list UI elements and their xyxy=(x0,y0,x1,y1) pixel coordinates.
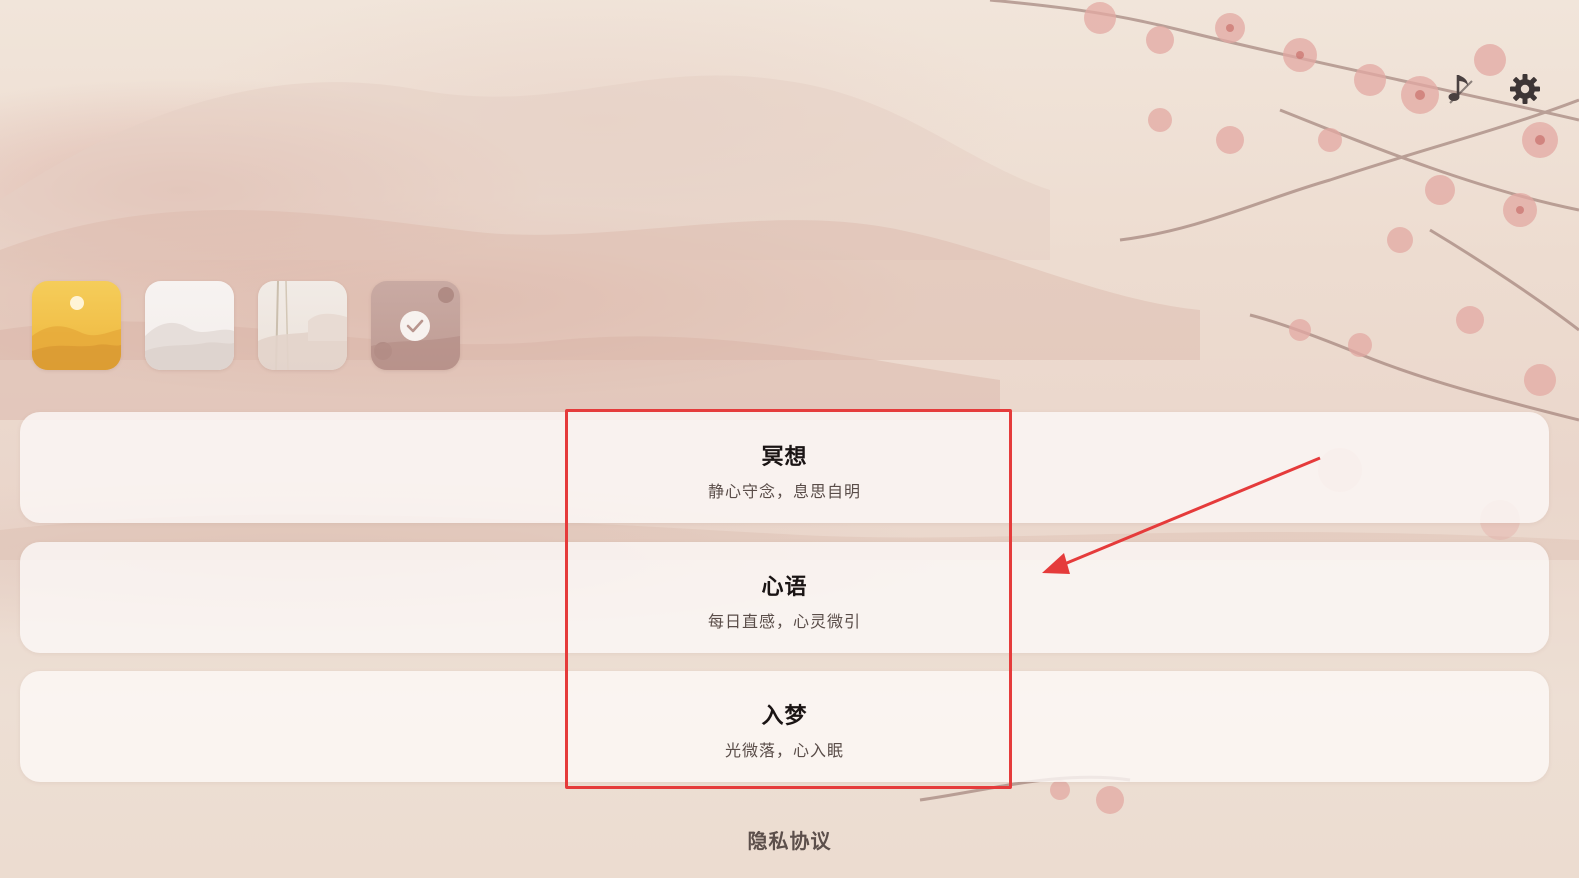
theme-white-mist-mountains[interactable] xyxy=(145,281,234,370)
settings-button[interactable] xyxy=(1505,69,1545,109)
mode-title: 冥想 xyxy=(761,445,808,470)
privacy-policy-link[interactable]: 隐私协议 xyxy=(0,825,1579,854)
mode-title: 心语 xyxy=(761,575,808,600)
app-screen: 冥想 静心守念，息思自明 心语 每日直感，心灵微引 入梦 光微落，心入眠 隐私协… xyxy=(0,0,1579,878)
mode-card-meditation[interactable]: 冥想 静心守念，息思自明 xyxy=(20,412,1549,523)
music-note-icon xyxy=(1448,75,1473,104)
theme-rose-blossom[interactable] xyxy=(371,281,460,370)
theme-bamboo-mist[interactable] xyxy=(258,281,347,370)
gear-icon xyxy=(1510,74,1540,104)
mode-subtitle: 静心守念，息思自明 xyxy=(707,482,861,501)
golden-landscape-thumbnail xyxy=(32,296,121,370)
mist-mountains-thumbnail xyxy=(145,322,234,370)
mode-title: 入梦 xyxy=(761,704,808,729)
mode-card-heart-words[interactable]: 心语 每日直感，心灵微引 xyxy=(20,542,1549,653)
mode-subtitle: 每日直感，心灵微引 xyxy=(707,612,861,631)
selected-check-icon xyxy=(400,311,430,341)
mode-card-sleep[interactable]: 入梦 光微落，心入眠 xyxy=(20,671,1549,782)
mode-subtitle: 光微落，心入眠 xyxy=(724,741,844,760)
theme-selector xyxy=(32,281,460,370)
theme-golden-sunrise[interactable] xyxy=(32,281,121,370)
music-toggle-button[interactable] xyxy=(1441,69,1481,109)
bamboo-thumbnail xyxy=(258,281,347,370)
